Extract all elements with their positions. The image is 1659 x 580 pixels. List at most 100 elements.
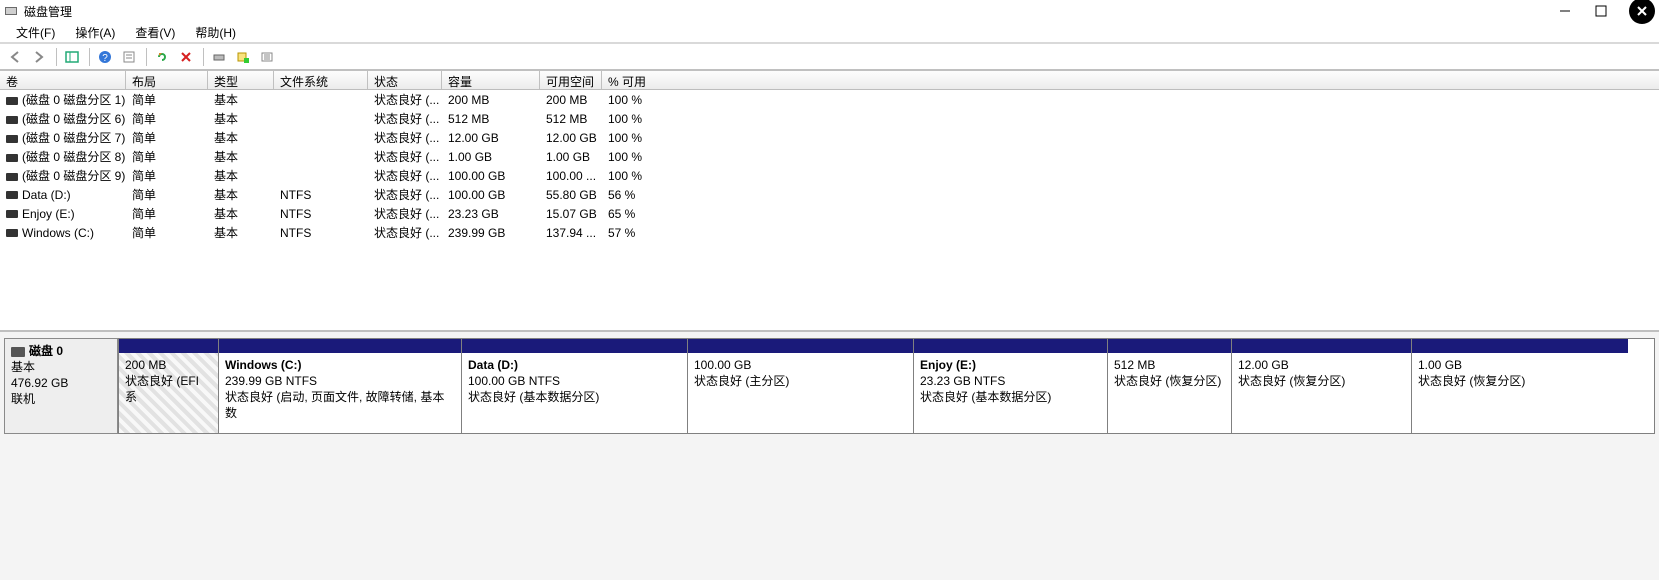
help-button[interactable]: ?: [94, 46, 116, 68]
toolbar-separator: [146, 48, 147, 66]
disk-label[interactable]: 磁盘 0 基本 476.92 GB 联机: [4, 338, 118, 434]
new-volume-button[interactable]: [232, 46, 254, 68]
delete-button[interactable]: [175, 46, 197, 68]
col-free[interactable]: 可用空间: [540, 71, 602, 89]
disk-status: 联机: [11, 392, 35, 406]
partition-size: 512 MB: [1114, 357, 1225, 373]
refresh-button[interactable]: [151, 46, 173, 68]
volume-table-body: (磁盘 0 磁盘分区 1)简单基本状态良好 (...200 MB200 MB10…: [0, 90, 1659, 242]
table-cell: 512 MB: [540, 111, 602, 127]
col-layout[interactable]: 布局: [126, 71, 208, 89]
properties-button[interactable]: [118, 46, 140, 68]
table-cell: [274, 118, 368, 120]
table-row[interactable]: (磁盘 0 磁盘分区 9)简单基本状态良好 (...100.00 GB100.0…: [0, 166, 1659, 185]
col-pctfree[interactable]: % 可用: [602, 71, 1659, 89]
table-cell: 简单: [126, 147, 208, 166]
table-cell: 100 %: [602, 149, 686, 165]
menu-help[interactable]: 帮助(H): [185, 22, 246, 43]
table-cell: NTFS: [274, 187, 368, 203]
partition-size: 200 MB: [125, 357, 212, 373]
nav-back-button[interactable]: [4, 46, 26, 68]
partition-body: 1.00 GB状态良好 (恢复分区): [1412, 353, 1628, 433]
table-cell: 基本: [208, 147, 274, 166]
nav-forward-button[interactable]: [28, 46, 50, 68]
table-cell: 基本: [208, 166, 274, 185]
table-cell: NTFS: [274, 225, 368, 241]
partition[interactable]: Data (D:)100.00 GB NTFS状态良好 (基本数据分区): [462, 339, 688, 433]
table-cell: 基本: [208, 223, 274, 242]
maximize-button[interactable]: [1585, 1, 1617, 21]
menu-view[interactable]: 查看(V): [125, 22, 185, 43]
table-cell: 状态良好 (...: [368, 90, 442, 109]
volume-icon: [6, 97, 18, 105]
col-fs[interactable]: 文件系统: [274, 71, 368, 89]
table-cell: (磁盘 0 磁盘分区 6): [0, 109, 126, 128]
disk-name: 磁盘 0: [29, 344, 63, 358]
partition[interactable]: 1.00 GB状态良好 (恢复分区): [1412, 339, 1628, 433]
partition[interactable]: 100.00 GB状态良好 (主分区): [688, 339, 914, 433]
volume-icon: [6, 116, 18, 124]
table-cell: 简单: [126, 166, 208, 185]
table-cell: 1.00 GB: [442, 149, 540, 165]
table-cell: 137.94 ...: [540, 225, 602, 241]
table-cell: Windows (C:): [0, 225, 126, 241]
table-cell: 状态良好 (...: [368, 109, 442, 128]
table-row[interactable]: Windows (C:)简单基本NTFS状态良好 (...239.99 GB13…: [0, 223, 1659, 242]
volume-table: 卷 布局 类型 文件系统 状态 容量 可用空间 % 可用 (磁盘 0 磁盘分区 …: [0, 70, 1659, 242]
table-cell: 100 %: [602, 130, 686, 146]
close-button[interactable]: [1629, 0, 1655, 24]
toolbar-separator: [56, 48, 57, 66]
partition-size: 12.00 GB: [1238, 357, 1405, 373]
menu-file[interactable]: 文件(F): [6, 22, 65, 43]
table-row[interactable]: (磁盘 0 磁盘分区 6)简单基本状态良好 (...512 MB512 MB10…: [0, 109, 1659, 128]
empty-area: [0, 440, 1659, 580]
table-cell: 状态良好 (...: [368, 128, 442, 147]
partition[interactable]: 12.00 GB状态良好 (恢复分区): [1232, 339, 1412, 433]
table-row[interactable]: Data (D:)简单基本NTFS状态良好 (...100.00 GB55.80…: [0, 185, 1659, 204]
partition[interactable]: Enjoy (E:)23.23 GB NTFS状态良好 (基本数据分区): [914, 339, 1108, 433]
disk-type: 基本: [11, 360, 35, 374]
volume-icon: [6, 154, 18, 162]
partition-status: 状态良好 (恢复分区): [1238, 373, 1405, 389]
table-cell: [274, 137, 368, 139]
attach-vhd-button[interactable]: [256, 46, 278, 68]
table-cell: 基本: [208, 204, 274, 223]
svg-text:?: ?: [102, 53, 108, 64]
col-volume[interactable]: 卷: [0, 71, 126, 89]
minimize-button[interactable]: [1549, 1, 1581, 21]
table-row[interactable]: (磁盘 0 磁盘分区 7)简单基本状态良好 (...12.00 GB12.00 …: [0, 128, 1659, 147]
table-cell: 12.00 GB: [442, 130, 540, 146]
table-row[interactable]: Enjoy (E:)简单基本NTFS状态良好 (...23.23 GB15.07…: [0, 204, 1659, 223]
table-cell: 简单: [126, 90, 208, 109]
disk-row: 磁盘 0 基本 476.92 GB 联机 200 MB状态良好 (EFI 系Wi…: [4, 338, 1655, 434]
partition[interactable]: 512 MB状态良好 (恢复分区): [1108, 339, 1232, 433]
col-type[interactable]: 类型: [208, 71, 274, 89]
disk-icon: [11, 347, 25, 357]
table-row[interactable]: (磁盘 0 磁盘分区 1)简单基本状态良好 (...200 MB200 MB10…: [0, 90, 1659, 109]
partition-status: 状态良好 (基本数据分区): [920, 389, 1101, 405]
partition-stripe: [1232, 339, 1411, 353]
partition[interactable]: Windows (C:)239.99 GB NTFS状态良好 (启动, 页面文件…: [219, 339, 462, 433]
table-cell: 200 MB: [540, 92, 602, 108]
disk-size: 476.92 GB: [11, 376, 68, 390]
graphical-disk-pane: 磁盘 0 基本 476.92 GB 联机 200 MB状态良好 (EFI 系Wi…: [0, 330, 1659, 440]
table-row[interactable]: (磁盘 0 磁盘分区 8)简单基本状态良好 (...1.00 GB1.00 GB…: [0, 147, 1659, 166]
partition-body: 512 MB状态良好 (恢复分区): [1108, 353, 1231, 433]
table-cell: 65 %: [602, 206, 686, 222]
partition-body: 200 MB状态良好 (EFI 系: [119, 353, 218, 433]
table-cell: 状态良好 (...: [368, 166, 442, 185]
show-hide-console-tree-button[interactable]: [61, 46, 83, 68]
partition-body: Enjoy (E:)23.23 GB NTFS状态良好 (基本数据分区): [914, 353, 1107, 433]
volume-table-header: 卷 布局 类型 文件系统 状态 容量 可用空间 % 可用: [0, 70, 1659, 90]
menu-action[interactable]: 操作(A): [65, 22, 125, 43]
volume-icon: [6, 229, 18, 237]
rescan-disks-button[interactable]: [208, 46, 230, 68]
partition[interactable]: 200 MB状态良好 (EFI 系: [119, 339, 219, 433]
col-status[interactable]: 状态: [368, 71, 442, 89]
col-capacity[interactable]: 容量: [442, 71, 540, 89]
partition-body: 12.00 GB状态良好 (恢复分区): [1232, 353, 1411, 433]
partition-body: 100.00 GB状态良好 (主分区): [688, 353, 913, 433]
table-cell: 简单: [126, 109, 208, 128]
menu-bar: 文件(F) 操作(A) 查看(V) 帮助(H): [0, 22, 1659, 44]
table-cell: 100.00 GB: [442, 187, 540, 203]
